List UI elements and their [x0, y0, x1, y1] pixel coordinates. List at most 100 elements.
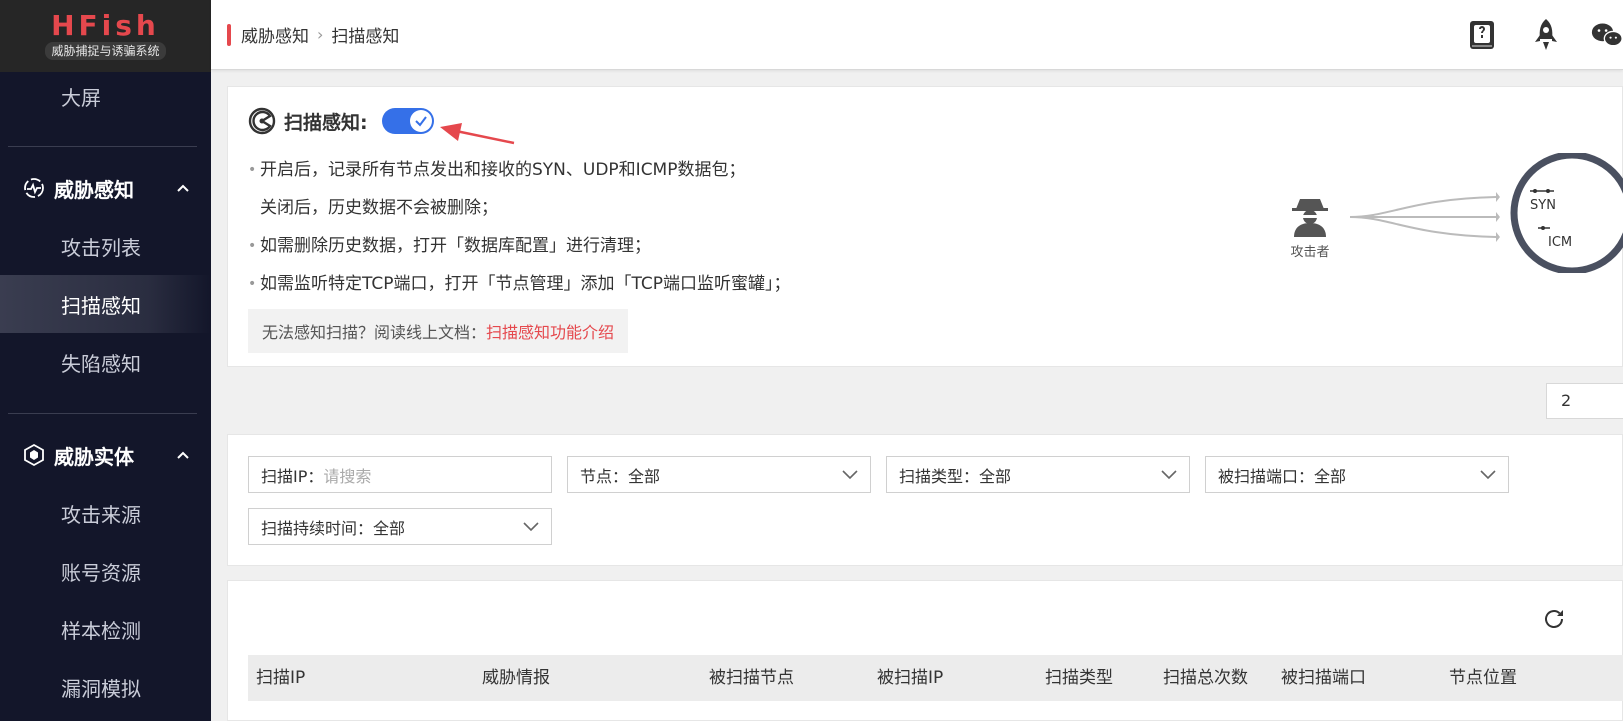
doc-hint-text: 无法感知扫描？阅读线上文档：: [262, 323, 487, 342]
sidebar-group-label: 威胁感知: [54, 177, 134, 202]
divider: [8, 413, 197, 414]
column-header[interactable]: 被扫描节点: [709, 655, 794, 701]
red-arrow-icon: [440, 123, 515, 145]
column-header[interactable]: 扫描类型: [1045, 655, 1113, 701]
breadcrumb-separator-icon: ›: [317, 25, 324, 44]
chevron-down-icon: [523, 521, 539, 532]
sidebar-item-attack-list[interactable]: 攻击列表: [0, 217, 211, 275]
sidebar: HFish 威胁捕捉与诱骗系统 大屏 威胁感知 攻击列表 扫描感知 失陷感知 威…: [0, 0, 211, 721]
sidebar-item-sample-detection[interactable]: 样本检测: [0, 600, 211, 658]
description-line: • 如需监听特定TCP端口，打开「节点管理」添加「TCP端口监听蜜罐」；: [248, 273, 791, 311]
breadcrumb-item-scan-perception: 扫描感知: [331, 27, 400, 47]
refresh-icon[interactable]: [1542, 607, 1566, 631]
column-header[interactable]: 被扫描端口: [1281, 655, 1366, 701]
heartbeat-icon: [22, 176, 46, 200]
sidebar-item-attack-source[interactable]: 攻击来源: [0, 484, 211, 542]
chevron-down-icon: [1480, 469, 1496, 480]
description-text: 关闭后，历史数据不会被删除；: [260, 198, 498, 218]
description-text: 如需删除历史数据，打开「数据库配置」进行清理；: [260, 236, 651, 256]
description-line: • 开启后，记录所有节点发出和接收的SYN、UDP和ICMP数据包；: [248, 159, 791, 197]
scan-perception-panel: 扫描感知: • 开启后，记录所有节点发出和接收的SYN、UDP和ICMP数据包； …: [227, 86, 1623, 367]
node-globe-illustration: SYN ICM: [1510, 153, 1623, 273]
chevron-down-icon: [842, 469, 858, 480]
brand-logo[interactable]: HFish 威胁捕捉与诱骗系统: [0, 0, 211, 72]
sidebar-group-threat-perception[interactable]: 威胁感知: [0, 159, 211, 217]
filter-panel: 扫描IP： 请搜索 节点： 全部 扫描类型： 全部 被扫描端口： 全部 扫描持续…: [227, 434, 1623, 566]
sidebar-item-label: 大屏: [61, 86, 101, 110]
sidebar-item-label: 攻击列表: [61, 235, 141, 260]
sidebar-item-label: 漏洞模拟: [61, 676, 141, 701]
description-text: 如需监听特定TCP端口，打开「节点管理」添加「TCP端口监听蜜罐」；: [260, 274, 791, 294]
book-icon[interactable]: [1467, 18, 1497, 52]
header-actions: [1433, 0, 1623, 70]
scan-title: 扫描感知:: [284, 111, 368, 134]
doc-hint: 无法感知扫描？阅读线上文档：扫描感知功能介绍: [248, 309, 629, 353]
column-header[interactable]: 节点位置: [1449, 655, 1517, 701]
column-header[interactable]: 被扫描IP: [877, 655, 943, 701]
breadcrumb-item-threat-perception[interactable]: 威胁感知: [241, 22, 309, 47]
traffic-flow-lines: [1350, 192, 1500, 242]
bullet-icon: •: [248, 162, 257, 178]
doc-link[interactable]: 扫描感知功能介绍: [486, 323, 614, 342]
filter-value: 全部: [1314, 466, 1347, 486]
sidebar-item-label: 失陷感知: [61, 351, 141, 376]
filter-value: 全部: [373, 518, 406, 538]
column-header[interactable]: 扫描总次数: [1163, 655, 1248, 701]
radar-icon: [248, 107, 276, 135]
protocol-label-syn: SYN: [1530, 198, 1556, 213]
column-header[interactable]: 威胁情报: [482, 655, 550, 701]
attacker-illustration: 攻击者: [1288, 193, 1332, 260]
scanned-port-select[interactable]: 被扫描端口： 全部: [1205, 456, 1509, 493]
filter-value: 全部: [979, 466, 1012, 486]
sidebar-item-label: 攻击来源: [61, 502, 141, 527]
scan-table-panel: 扫描IP 威胁情报 被扫描节点 被扫描IP 扫描类型 扫描总次数 被扫描端口 节…: [227, 580, 1623, 721]
sidebar-group-label: 威胁实体: [54, 444, 134, 469]
scan-description: • 开启后，记录所有节点发出和接收的SYN、UDP和ICMP数据包； 关闭后，历史…: [248, 159, 791, 311]
filter-label: 被扫描端口：: [1218, 466, 1315, 486]
search-placeholder: 请搜索: [323, 466, 372, 486]
sidebar-item-label: 账号资源: [61, 560, 141, 585]
wechat-icon[interactable]: [1591, 18, 1623, 52]
description-text: 开启后，记录所有节点发出和接收的SYN、UDP和ICMP数据包；: [260, 160, 746, 180]
chevron-up-icon[interactable]: [175, 447, 191, 463]
breadcrumb: 威胁感知 › 扫描感知: [241, 22, 399, 47]
sidebar-item-label: 样本检测: [61, 618, 141, 643]
divider: [8, 146, 197, 147]
breadcrumb-marker: [227, 23, 231, 46]
protocol-label-icmp: ICM: [1548, 235, 1572, 250]
scan-title-row: 扫描感知:: [248, 107, 434, 135]
brand-subtitle: 威胁捕捉与诱骗系统: [45, 42, 166, 60]
sidebar-item-account-resource[interactable]: 账号资源: [0, 542, 211, 600]
node-select[interactable]: 节点： 全部: [567, 456, 871, 493]
sidebar-item-big-screen[interactable]: 大屏: [0, 72, 211, 118]
bullet-icon: •: [248, 238, 257, 254]
scan-perception-toggle[interactable]: [381, 108, 434, 134]
description-line: • 如需删除历史数据，打开「数据库配置」进行清理；: [248, 235, 791, 273]
scan-ip-search-input[interactable]: 扫描IP： 请搜索: [248, 456, 552, 493]
hacker-icon: [1292, 199, 1328, 237]
scan-type-select[interactable]: 扫描类型： 全部: [886, 456, 1190, 493]
chevron-up-icon[interactable]: [175, 180, 191, 196]
shield-hexagon-icon: [22, 443, 46, 467]
sidebar-item-scan-perception[interactable]: 扫描感知: [0, 275, 211, 333]
column-header[interactable]: 扫描IP: [256, 655, 305, 701]
bullet-icon: •: [248, 276, 257, 292]
filter-label: 扫描IP：: [261, 466, 324, 486]
sidebar-group-threat-entity[interactable]: 威胁实体: [0, 426, 211, 484]
filter-label: 扫描类型：: [899, 466, 980, 486]
check-icon: [409, 110, 432, 132]
page-size-select[interactable]: 2: [1546, 383, 1623, 419]
rocket-icon[interactable]: [1531, 18, 1561, 52]
description-line: 关闭后，历史数据不会被删除；: [248, 197, 791, 235]
sidebar-item-label: 扫描感知: [61, 293, 141, 318]
top-header: 威胁感知 › 扫描感知: [211, 0, 1623, 70]
sidebar-item-compromise-perception[interactable]: 失陷感知: [0, 333, 211, 391]
attacker-label: 攻击者: [1290, 245, 1330, 260]
brand-name: HFish: [51, 9, 160, 42]
scan-duration-select[interactable]: 扫描持续时间： 全部: [248, 508, 552, 545]
filter-label: 节点：: [580, 466, 629, 486]
sidebar-item-vuln-simulation[interactable]: 漏洞模拟: [0, 658, 211, 716]
filter-value: 全部: [628, 466, 661, 486]
chevron-down-icon: [1161, 469, 1177, 480]
table-header: 扫描IP 威胁情报 被扫描节点 被扫描IP 扫描类型 扫描总次数 被扫描端口 节…: [248, 655, 1623, 701]
